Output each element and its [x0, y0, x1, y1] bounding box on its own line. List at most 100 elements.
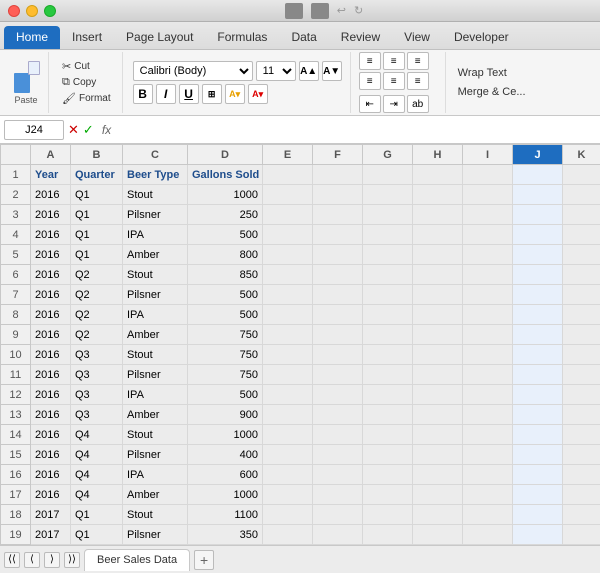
formula-input[interactable] [115, 123, 596, 137]
cell-c8[interactable]: IPA [123, 305, 188, 325]
cell-h4[interactable] [413, 225, 463, 245]
cell-c1[interactable]: Beer Type [123, 165, 188, 185]
cell-i14[interactable] [463, 425, 513, 445]
cell-j7[interactable] [513, 285, 563, 305]
cell-j19[interactable] [513, 525, 563, 545]
cell-b4[interactable]: Q1 [71, 225, 123, 245]
align-top-center[interactable]: ≡ [383, 52, 405, 70]
cell-i3[interactable] [463, 205, 513, 225]
cell-e10[interactable] [263, 345, 313, 365]
cell-f17[interactable] [313, 485, 363, 505]
cell-j18[interactable] [513, 505, 563, 525]
cell-i1[interactable] [463, 165, 513, 185]
bold-button[interactable]: B [133, 84, 153, 104]
cell-i17[interactable] [463, 485, 513, 505]
tab-review[interactable]: Review [329, 26, 392, 49]
cell-d9[interactable]: 750 [188, 325, 263, 345]
cell-j12[interactable] [513, 385, 563, 405]
cell-c5[interactable]: Amber [123, 245, 188, 265]
indent-decrease-button[interactable]: ⇤ [359, 95, 381, 113]
cell-h16[interactable] [413, 465, 463, 485]
cell-k13[interactable] [563, 405, 600, 425]
cell-k7[interactable] [563, 285, 600, 305]
paste-button[interactable]: Paste [12, 61, 40, 105]
cell-a1[interactable]: Year [31, 165, 71, 185]
cell-j8[interactable] [513, 305, 563, 325]
cell-c17[interactable]: Amber [123, 485, 188, 505]
cell-f11[interactable] [313, 365, 363, 385]
sheet-nav-first[interactable]: ⟨⟨ [4, 552, 20, 568]
cell-g2[interactable] [363, 185, 413, 205]
cell-g16[interactable] [363, 465, 413, 485]
cell-a12[interactable]: 2016 [31, 385, 71, 405]
cell-d18[interactable]: 1100 [188, 505, 263, 525]
cut-button[interactable]: ✂ Cut [59, 59, 114, 74]
cell-i7[interactable] [463, 285, 513, 305]
align-top-left[interactable]: ≡ [359, 52, 381, 70]
cell-g12[interactable] [363, 385, 413, 405]
cell-k1[interactable] [563, 165, 600, 185]
cell-h1[interactable] [413, 165, 463, 185]
tab-data[interactable]: Data [279, 26, 328, 49]
redo-icon[interactable]: ↻ [354, 4, 363, 17]
cell-g18[interactable] [363, 505, 413, 525]
cell-b15[interactable]: Q4 [71, 445, 123, 465]
cell-h2[interactable] [413, 185, 463, 205]
cell-d15[interactable]: 400 [188, 445, 263, 465]
cell-a3[interactable]: 2016 [31, 205, 71, 225]
cell-a19[interactable]: 2017 [31, 525, 71, 545]
cell-f5[interactable] [313, 245, 363, 265]
cell-g3[interactable] [363, 205, 413, 225]
indent-increase-button[interactable]: ⇥ [383, 95, 405, 113]
cell-b5[interactable]: Q1 [71, 245, 123, 265]
cell-e11[interactable] [263, 365, 313, 385]
cell-k14[interactable] [563, 425, 600, 445]
font-color-button[interactable]: A▾ [248, 84, 268, 104]
cell-d19[interactable]: 350 [188, 525, 263, 545]
cell-k12[interactable] [563, 385, 600, 405]
cell-a8[interactable]: 2016 [31, 305, 71, 325]
cell-d5[interactable]: 800 [188, 245, 263, 265]
col-header-a[interactable]: A [31, 145, 71, 165]
cell-k3[interactable] [563, 205, 600, 225]
cell-i9[interactable] [463, 325, 513, 345]
cell-g5[interactable] [363, 245, 413, 265]
cell-k19[interactable] [563, 525, 600, 545]
cell-a9[interactable]: 2016 [31, 325, 71, 345]
cell-g7[interactable] [363, 285, 413, 305]
cell-a6[interactable]: 2016 [31, 265, 71, 285]
cell-f19[interactable] [313, 525, 363, 545]
cell-h17[interactable] [413, 485, 463, 505]
font-decrease-button[interactable]: A▼ [322, 61, 342, 81]
cell-c3[interactable]: Pilsner [123, 205, 188, 225]
cell-d7[interactable]: 500 [188, 285, 263, 305]
cell-e4[interactable] [263, 225, 313, 245]
cell-k6[interactable] [563, 265, 600, 285]
cell-b2[interactable]: Q1 [71, 185, 123, 205]
cell-f16[interactable] [313, 465, 363, 485]
cell-e7[interactable] [263, 285, 313, 305]
cell-h6[interactable] [413, 265, 463, 285]
cell-b11[interactable]: Q3 [71, 365, 123, 385]
cell-j17[interactable] [513, 485, 563, 505]
tab-view[interactable]: View [392, 26, 442, 49]
cell-j15[interactable] [513, 445, 563, 465]
cell-b6[interactable]: Q2 [71, 265, 123, 285]
cell-i18[interactable] [463, 505, 513, 525]
cell-f7[interactable] [313, 285, 363, 305]
cell-e1[interactable] [263, 165, 313, 185]
cell-b10[interactable]: Q3 [71, 345, 123, 365]
cell-a11[interactable]: 2016 [31, 365, 71, 385]
cell-j4[interactable] [513, 225, 563, 245]
col-header-f[interactable]: F [313, 145, 363, 165]
sheet-nav-prev[interactable]: ⟨ [24, 552, 40, 568]
confirm-formula-icon[interactable]: ✓ [83, 122, 94, 138]
cell-f13[interactable] [313, 405, 363, 425]
cell-h19[interactable] [413, 525, 463, 545]
cell-f2[interactable] [313, 185, 363, 205]
cell-k10[interactable] [563, 345, 600, 365]
cell-e2[interactable] [263, 185, 313, 205]
cell-h12[interactable] [413, 385, 463, 405]
cell-g4[interactable] [363, 225, 413, 245]
cell-h13[interactable] [413, 405, 463, 425]
